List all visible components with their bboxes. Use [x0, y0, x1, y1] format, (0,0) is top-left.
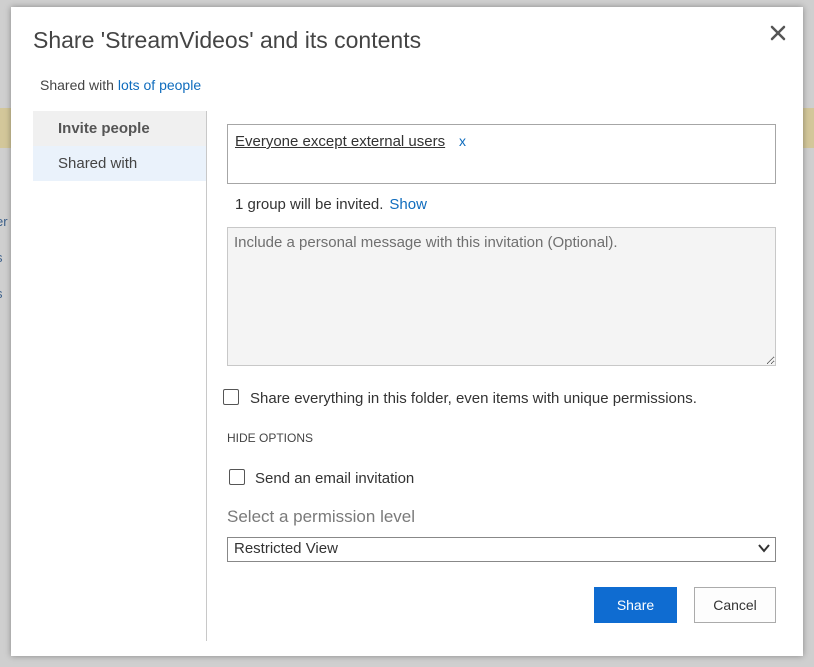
email-invitation-label: Send an email invitation [255, 470, 415, 487]
dialog-title: Share 'StreamVideos' and its contents [33, 27, 422, 53]
background-fragment: s [0, 250, 3, 265]
nav-item-shared-with[interactable]: Shared with [33, 146, 206, 181]
share-button[interactable]: Share [594, 587, 677, 623]
nav-divider [206, 111, 207, 641]
email-invitation-checkbox[interactable] [229, 469, 245, 485]
permission-level-select[interactable]: Restricted View [227, 537, 776, 562]
permission-level-label: Select a permission level [227, 507, 416, 526]
show-link[interactable]: Show [389, 196, 427, 213]
share-all-label: Share everything in this folder, even it… [250, 390, 697, 407]
shared-with-prefix: Shared with [40, 77, 118, 93]
people-picker[interactable]: Everyone except external users x [227, 124, 776, 184]
close-icon [770, 25, 786, 41]
background-fragment: s [0, 286, 3, 301]
share-all-checkbox[interactable] [223, 389, 239, 405]
permission-level-value: Restricted View [234, 540, 338, 557]
chevron-down-icon [758, 544, 770, 553]
invite-count-text: 1 group will be invited. [235, 196, 384, 213]
recipient-chip: Everyone except external users [235, 133, 446, 150]
left-nav: Invite people Shared with [33, 111, 206, 181]
shared-with-link[interactable]: lots of people [118, 77, 201, 93]
hide-options-link[interactable]: HIDE OPTIONS [227, 431, 313, 445]
share-dialog: Share 'StreamVideos' and its contents Sh… [11, 7, 803, 656]
invite-summary: 1 group will be invited. Show [235, 196, 427, 213]
personal-message-input[interactable] [227, 227, 776, 366]
cancel-button[interactable]: Cancel [694, 587, 776, 623]
nav-item-invite-people[interactable]: Invite people [33, 111, 206, 146]
close-button[interactable] [766, 21, 790, 45]
shared-with-summary: Shared with lots of people [40, 77, 201, 93]
remove-recipient-button[interactable]: x [459, 133, 466, 149]
background-fragment: er [0, 214, 8, 229]
